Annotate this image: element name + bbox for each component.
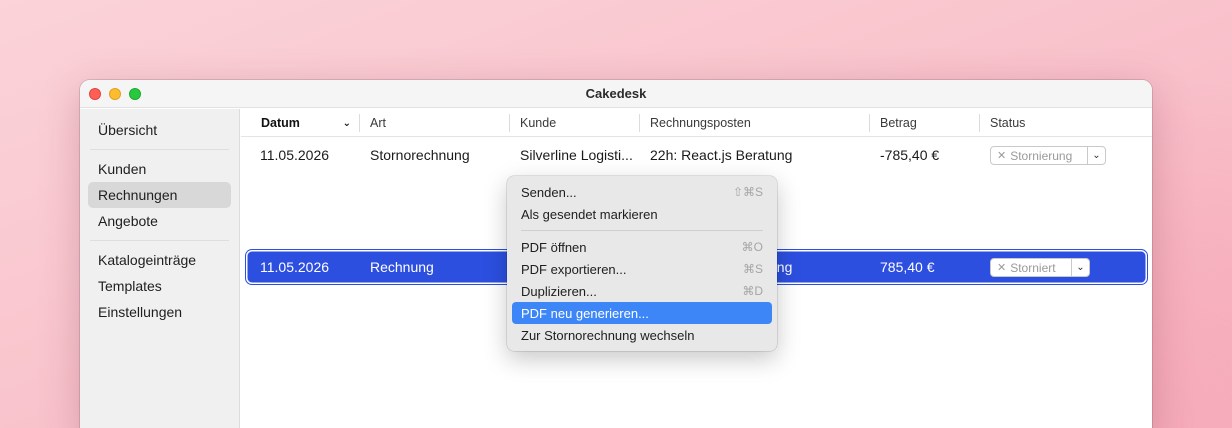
chevron-down-icon[interactable]: ⌄ [1071,259,1089,276]
cell-art: Stornorechnung [370,147,470,163]
cell-datum: 11.05.2026 [260,259,330,275]
column-header-datum[interactable]: Datum ⌄ [251,109,359,137]
column-header-kunde[interactable]: Kunde [510,109,556,137]
menu-item-label: Als gesendet markieren [521,206,658,222]
menu-item-pdf-oeffnen[interactable]: PDF öffnen ⌘O [512,236,772,258]
sidebar-divider [90,240,229,241]
menu-item-label: Senden... [521,184,577,200]
window-controls [89,88,141,100]
menu-item-pdf-exportieren[interactable]: PDF exportieren... ⌘S [512,258,772,280]
table-row[interactable]: 11.05.2026 Stornorechnung Silverline Log… [249,141,1144,169]
clear-status-icon[interactable]: ✕ [991,149,1010,162]
menu-shortcut: ⇧⌘S [732,185,763,199]
status-select[interactable]: ✕ Stornierung ⌄ [990,146,1106,165]
menu-item-label: Duplizieren... [521,283,597,299]
menu-item-als-gesendet-markieren[interactable]: Als gesendet markieren [512,203,772,225]
column-header-status[interactable]: Status [980,109,1025,137]
sidebar-item-katalogeintraege[interactable]: Katalogeinträge [88,247,231,273]
sidebar-item-uebersicht[interactable]: Übersicht [88,117,231,143]
maximize-window-button[interactable] [129,88,141,100]
clear-status-icon[interactable]: ✕ [991,261,1010,274]
menu-shortcut: ⌘O [741,240,763,254]
menu-item-label: PDF exportieren... [521,261,627,277]
menu-shortcut: ⌘S [742,262,763,276]
sidebar-item-rechnungen[interactable]: Rechnungen [88,182,231,208]
cell-rechnungsposten: 22h: React.js Beratung [650,147,793,163]
minimize-window-button[interactable] [109,88,121,100]
sidebar-item-angebote[interactable]: Angebote [88,208,231,234]
sidebar: Übersicht Kunden Rechnungen Angebote Kat… [80,109,240,428]
cell-betrag: -785,40 € [880,147,940,163]
chevron-down-icon[interactable]: ⌄ [1087,147,1105,164]
status-value: Storniert [1010,260,1056,275]
window-title: Cakedesk [585,86,647,101]
title-bar[interactable]: Cakedesk [80,80,1152,108]
column-header-rechnungsposten[interactable]: Rechnungsposten [640,109,751,137]
table-header: Datum ⌄ Art Kunde Rechnungsposten Betrag… [241,109,1152,137]
sidebar-item-kunden[interactable]: Kunden [88,156,231,182]
menu-item-zur-stornorechnung-wechseln[interactable]: Zur Stornorechnung wechseln [512,324,772,346]
cell-art: Rechnung [370,259,434,275]
column-label: Datum [261,116,300,130]
menu-shortcut: ⌘D [742,284,763,298]
status-value: Stornierung [1010,148,1073,163]
context-menu: Senden... ⇧⌘S Als gesendet markieren PDF… [507,176,777,351]
menu-item-label: PDF neu generieren... [521,305,649,321]
menu-separator [521,230,763,231]
sidebar-item-templates[interactable]: Templates [88,273,231,299]
menu-item-label: Zur Stornorechnung wechseln [521,327,695,343]
sidebar-divider [90,149,229,150]
status-select[interactable]: ✕ Storniert ⌄ [990,258,1090,277]
cell-kunde: Silverline Logisti... [520,147,633,163]
menu-item-pdf-neu-generieren[interactable]: PDF neu generieren... [512,302,772,324]
column-header-art[interactable]: Art [360,109,386,137]
menu-item-duplizieren[interactable]: Duplizieren... ⌘D [512,280,772,302]
menu-item-senden[interactable]: Senden... ⇧⌘S [512,181,772,203]
sidebar-item-einstellungen[interactable]: Einstellungen [88,299,231,325]
cell-datum: 11.05.2026 [260,147,330,163]
close-window-button[interactable] [89,88,101,100]
column-header-betrag[interactable]: Betrag [870,109,917,137]
sort-chevron-icon: ⌄ [342,118,351,129]
menu-item-label: PDF öffnen [521,239,587,255]
cell-betrag: 785,40 € [880,259,935,275]
